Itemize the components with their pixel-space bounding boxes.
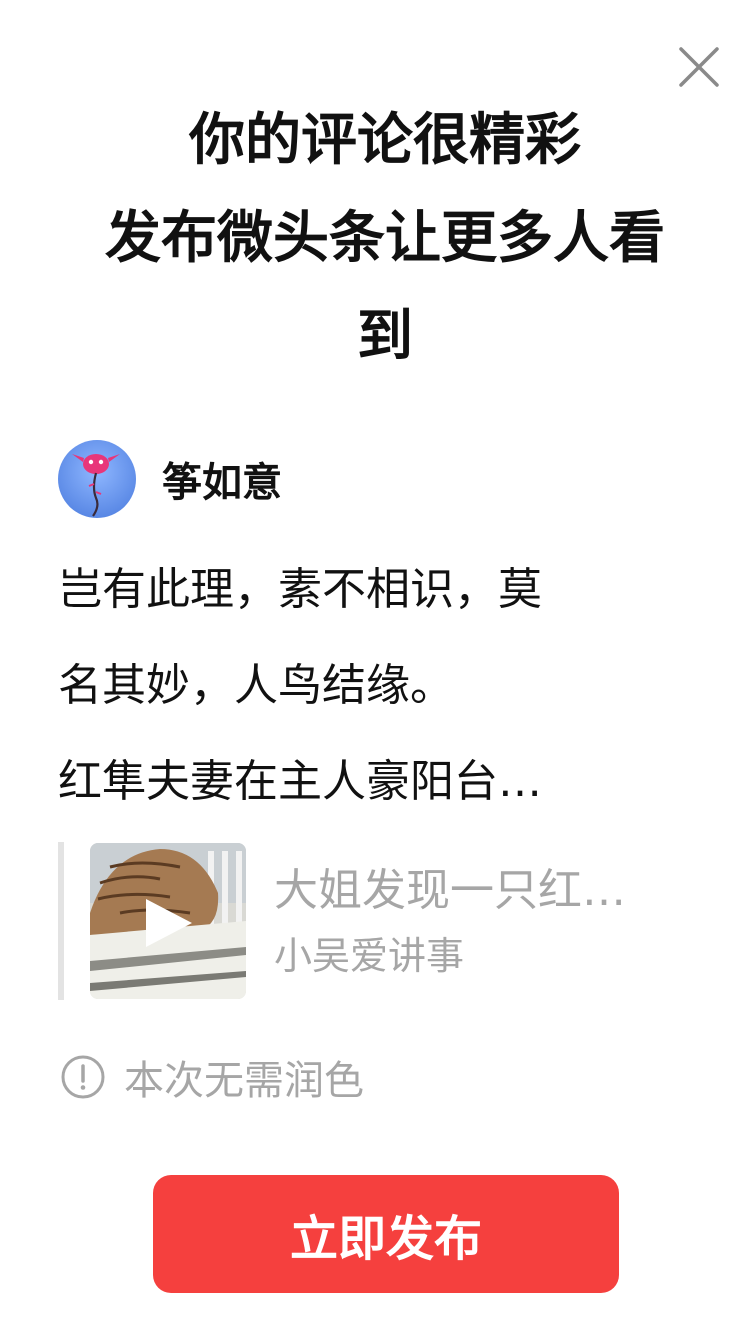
quoted-video-card[interactable]: 大姐发现一只红… 小吴爱讲事 [58,842,728,1000]
dialog-title-line-2: 发布微头条让更多人看 [105,206,665,271]
play-icon [140,895,196,951]
kite-avatar-icon [58,440,136,518]
polish-notice: 本次无需润色 [60,1052,364,1104]
author-name: 筝如意 [162,460,282,506]
quoted-video-source: 小吴爱讲事 [274,934,465,978]
video-thumbnail[interactable] [90,843,246,999]
comment-line-2: 名其妙，人鸟结缘。 [58,660,454,711]
quote-bar [58,842,64,1000]
close-icon [679,47,719,87]
quoted-video-info: 大姐发现一只红… 小吴爱讲事 [274,861,714,981]
avatar [58,440,136,518]
dialog-title: 你的评论很精彩 发布微头条让更多人看 到 [40,92,730,386]
info-icon [60,1054,106,1100]
dialog-title-line-3: 到 [357,304,413,369]
comment-text: 岂有此理，素不相识，莫 名其妙，人鸟结缘。 红隼夫妻在主人豪阳台… [58,542,698,830]
publish-dialog: 你的评论很精彩 发布微头条让更多人看 到 筝如意 岂有此理，素不相识，莫 名其妙… [0,0,756,1330]
close-button[interactable] [676,44,722,90]
quoted-video-title: 大姐发现一只红… [274,865,626,916]
comment-author: 筝如意 [58,440,282,518]
comment-line-3: 红隼夫妻在主人豪阳台… [58,756,542,807]
polish-notice-text: 本次无需润色 [124,1058,364,1104]
publish-now-button[interactable]: 立即发布 [153,1175,619,1293]
dialog-title-line-1: 你的评论很精彩 [189,108,581,173]
comment-line-1: 岂有此理，素不相识，莫 [58,564,542,615]
